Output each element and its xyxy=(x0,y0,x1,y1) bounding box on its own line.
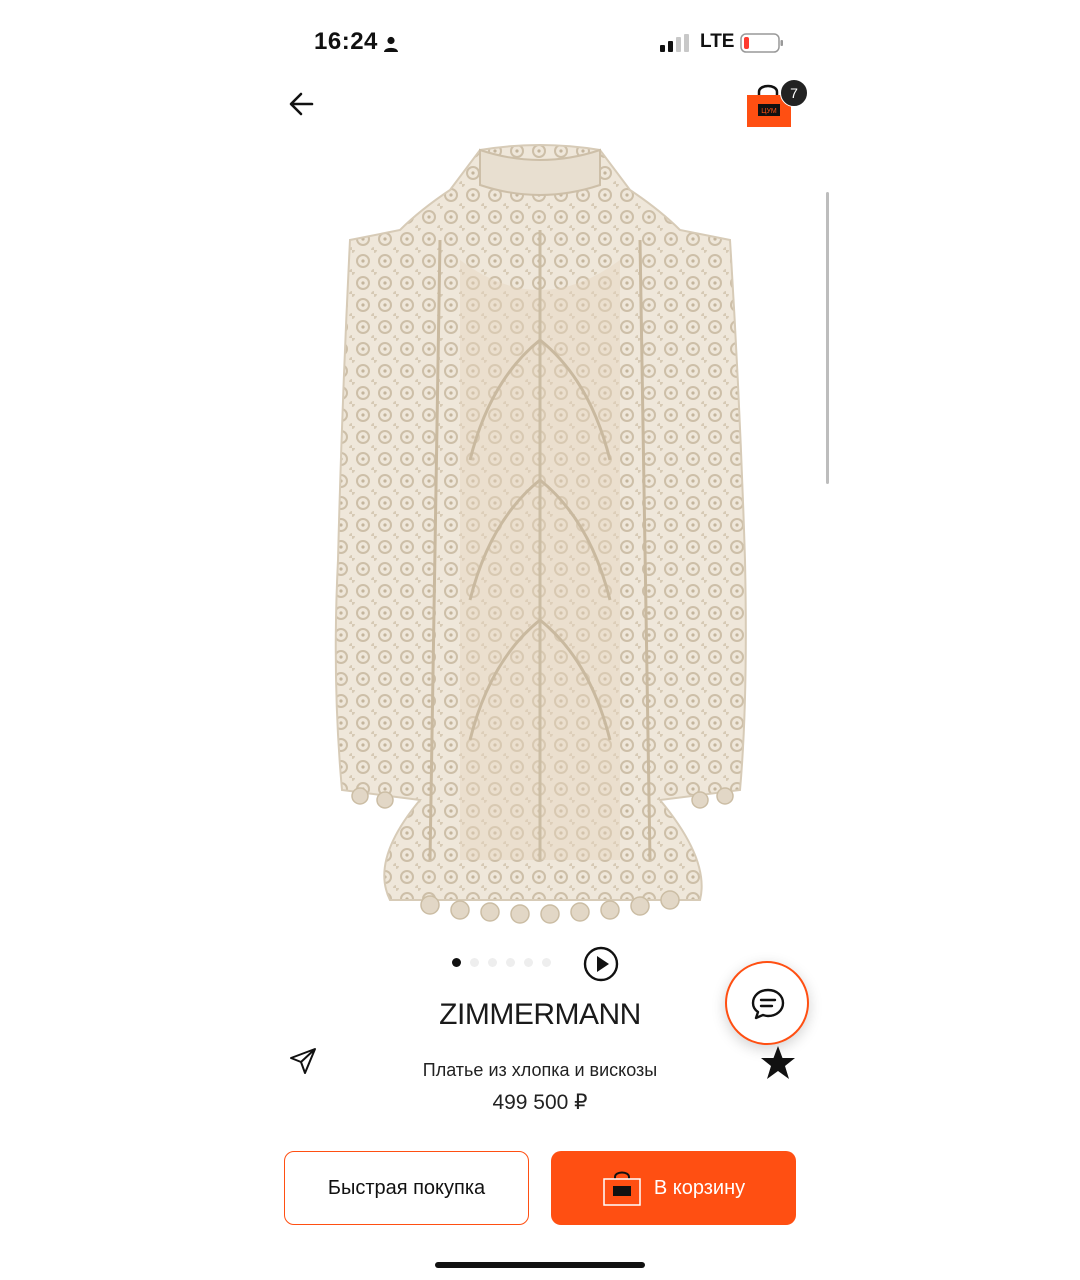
favorite-button[interactable] xyxy=(759,1044,797,1082)
play-icon xyxy=(583,946,619,982)
back-button[interactable] xyxy=(284,86,320,122)
signal-icon xyxy=(660,34,690,57)
gallery-dot[interactable] xyxy=(524,958,533,967)
arrow-left-icon xyxy=(289,92,314,116)
battery-icon xyxy=(740,33,784,58)
gallery-dot[interactable] xyxy=(452,958,461,967)
share-button[interactable] xyxy=(288,1046,318,1076)
gallery-dot[interactable] xyxy=(542,958,551,967)
star-icon xyxy=(761,1046,795,1079)
product-name: Платье из хлопка и вискозы xyxy=(422,1060,658,1080)
gallery-dots xyxy=(452,958,551,967)
play-video-button[interactable] xyxy=(583,946,619,982)
chat-bubble-icon xyxy=(751,988,785,1020)
home-indicator xyxy=(435,1262,645,1268)
product-price: 499 500 ₽ xyxy=(492,1091,588,1114)
quick-buy-button[interactable]: Быстрая покупка xyxy=(284,1151,529,1225)
paper-plane-icon xyxy=(290,1048,316,1074)
image-scrollbar xyxy=(826,192,829,484)
status-time: 16:24 xyxy=(314,28,378,55)
add-to-cart-button[interactable]: В корзину xyxy=(551,1151,796,1225)
network-label: LTE xyxy=(700,31,735,52)
cart-logo-text: ЦУМ xyxy=(761,108,777,115)
product-brand[interactable]: ZIMMERMANN xyxy=(340,998,740,1032)
add-to-cart-label: В корзину xyxy=(653,1176,746,1199)
shopping-bag-icon xyxy=(603,1171,641,1206)
person-icon xyxy=(383,36,399,57)
gallery-dot[interactable] xyxy=(506,958,515,967)
product-image[interactable] xyxy=(330,140,750,930)
gallery-dot[interactable] xyxy=(470,958,479,967)
cart-count-badge: 7 xyxy=(780,79,808,107)
quick-buy-label: Быстрая покупка xyxy=(327,1176,486,1199)
gallery-dot[interactable] xyxy=(488,958,497,967)
